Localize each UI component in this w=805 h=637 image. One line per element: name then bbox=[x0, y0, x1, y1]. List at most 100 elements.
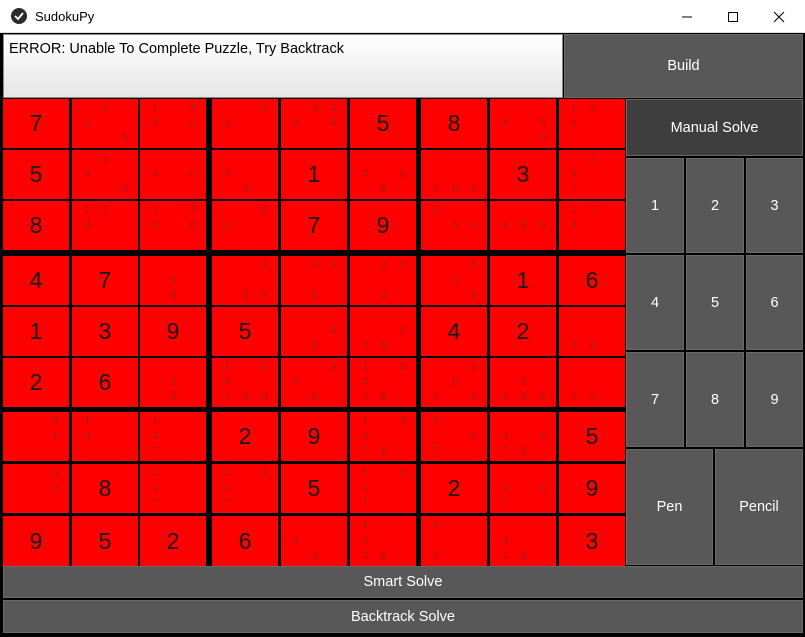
sudoku-cell[interactable]: 4 6 78 bbox=[490, 412, 556, 461]
sudoku-cell[interactable]: 6 bbox=[72, 358, 138, 407]
sudoku-cell[interactable]: 58 bbox=[140, 358, 206, 407]
sudoku-cell[interactable]: 5 bbox=[72, 516, 138, 567]
sudoku-cell[interactable]: 456 bbox=[490, 201, 556, 250]
manual-solve-button[interactable]: Manual Solve bbox=[626, 99, 803, 156]
sudoku-cell[interactable]: 9 bbox=[350, 201, 416, 250]
sudoku-cell[interactable]: 78 bbox=[559, 307, 625, 356]
sudoku-cell[interactable]: 14 bbox=[72, 412, 138, 461]
sudoku-cell[interactable]: 2 bbox=[3, 358, 69, 407]
sudoku-cell[interactable]: 6 bbox=[212, 516, 278, 567]
sudoku-cell[interactable]: 124 bbox=[72, 201, 138, 250]
sudoku-cell[interactable]: 2 bbox=[140, 516, 206, 567]
sudoku-cell[interactable]: 124 bbox=[559, 201, 625, 250]
keypad-digit-9[interactable]: 9 bbox=[746, 352, 803, 447]
keypad-digit-2[interactable]: 2 bbox=[686, 158, 744, 253]
sudoku-cell[interactable]: 17 bbox=[421, 516, 487, 567]
sudoku-cell[interactable]: 4 bbox=[421, 307, 487, 356]
sudoku-cell[interactable]: 23 8 bbox=[350, 256, 416, 305]
sudoku-cell[interactable]: 8 bbox=[3, 201, 69, 250]
sudoku-cell[interactable]: 7 bbox=[72, 256, 138, 305]
pencil-button[interactable]: Pencil bbox=[715, 449, 803, 565]
maximize-button[interactable] bbox=[710, 0, 756, 33]
build-button[interactable]: Build bbox=[564, 34, 803, 98]
sudoku-cell[interactable]: 2 bbox=[490, 307, 556, 356]
sudoku-cell[interactable]: 7 bbox=[281, 201, 347, 250]
sudoku-cell[interactable]: 1 3 4 789 bbox=[212, 358, 278, 407]
close-button[interactable] bbox=[756, 0, 802, 33]
sudoku-cell[interactable]: 2 bbox=[212, 412, 278, 461]
sudoku-cell[interactable]: 4 78 bbox=[490, 516, 556, 567]
sudoku-cell[interactable]: 357 9 bbox=[421, 358, 487, 407]
sudoku-cell[interactable]: 4 6 9 bbox=[490, 99, 556, 148]
keypad-digit-7[interactable]: 7 bbox=[626, 352, 684, 447]
candidate-digit bbox=[446, 258, 465, 273]
keypad-digit-1[interactable]: 1 bbox=[626, 158, 684, 253]
sudoku-cell[interactable]: 1 3 4 6 bbox=[140, 201, 206, 250]
sudoku-cell[interactable]: 156 bbox=[421, 201, 487, 250]
sudoku-cell[interactable]: 3 bbox=[72, 307, 138, 356]
keypad-digit-4[interactable]: 4 bbox=[626, 255, 684, 350]
sudoku-cell[interactable]: 5 bbox=[3, 150, 69, 199]
sudoku-cell[interactable]: 2 bbox=[421, 464, 487, 513]
sudoku-cell[interactable]: 8 bbox=[421, 99, 487, 148]
sudoku-cell[interactable]: 6 78 bbox=[350, 307, 416, 356]
sudoku-cell[interactable]: 34 bbox=[212, 99, 278, 148]
sudoku-cell[interactable]: 1 bbox=[490, 256, 556, 305]
sudoku-cell[interactable]: 36 bbox=[3, 412, 69, 461]
sudoku-cell[interactable]: 1 3 4 78 bbox=[350, 412, 416, 461]
sudoku-cell[interactable]: 1 4 7 bbox=[140, 412, 206, 461]
sudoku-cell[interactable]: 24 9 bbox=[72, 150, 138, 199]
sudoku-cell[interactable]: 7 bbox=[3, 99, 69, 148]
minimize-button[interactable] bbox=[664, 0, 710, 33]
sudoku-cell[interactable]: 1 4 78 bbox=[350, 516, 416, 567]
sudoku-cell[interactable]: 23 4 6 bbox=[281, 99, 347, 148]
keypad-digit-3[interactable]: 3 bbox=[746, 158, 803, 253]
keypad-digit-6[interactable]: 6 bbox=[746, 255, 803, 350]
sudoku-cell[interactable]: 9 bbox=[559, 464, 625, 513]
backtrack-solve-button[interactable]: Backtrack Solve bbox=[3, 600, 803, 633]
sudoku-cell[interactable]: 48 bbox=[281, 516, 347, 567]
sudoku-cell[interactable]: 9 bbox=[281, 412, 347, 461]
sudoku-cell[interactable]: 78 bbox=[559, 358, 625, 407]
sudoku-cell[interactable]: 5 bbox=[350, 99, 416, 148]
sudoku-cell[interactable]: 1 3 4 6 bbox=[140, 99, 206, 148]
sudoku-cell[interactable]: 4 6 7 bbox=[490, 464, 556, 513]
sudoku-cell[interactable]: 1 3 4 78 bbox=[350, 358, 416, 407]
keypad-digit-5[interactable]: 5 bbox=[686, 255, 744, 350]
sudoku-cell[interactable]: 36 bbox=[3, 464, 69, 513]
sudoku-cell[interactable]: 3 bbox=[490, 150, 556, 199]
sudoku-cell[interactable]: 789 bbox=[421, 150, 487, 199]
sudoku-cell[interactable]: 58 bbox=[140, 256, 206, 305]
sudoku-cell[interactable]: 3 48 bbox=[281, 358, 347, 407]
sudoku-cell[interactable]: 1 bbox=[281, 150, 347, 199]
sudoku-cell[interactable]: 5789 bbox=[490, 358, 556, 407]
sudoku-cell[interactable]: 5 bbox=[559, 412, 625, 461]
sudoku-cell[interactable]: 3 bbox=[559, 516, 625, 567]
keypad-digit-8[interactable]: 8 bbox=[686, 352, 744, 447]
sudoku-cell[interactable]: 1 6 7 bbox=[421, 412, 487, 461]
sudoku-cell[interactable]: 1 bbox=[3, 307, 69, 356]
pen-button[interactable]: Pen bbox=[626, 449, 713, 565]
sudoku-cell[interactable]: 5 bbox=[212, 307, 278, 356]
sudoku-cell[interactable]: 124 bbox=[559, 99, 625, 148]
sudoku-cell[interactable]: 8 bbox=[72, 464, 138, 513]
sudoku-cell[interactable]: 24 9 bbox=[72, 99, 138, 148]
sudoku-cell[interactable]: 46 bbox=[140, 150, 206, 199]
sudoku-cell[interactable]: 1 3 4 7 bbox=[212, 464, 278, 513]
sudoku-cell[interactable]: 4 bbox=[3, 256, 69, 305]
smart-solve-button[interactable]: Smart Solve bbox=[3, 566, 803, 598]
sudoku-cell[interactable]: 68 bbox=[281, 307, 347, 356]
sudoku-cell[interactable]: 9 bbox=[3, 516, 69, 567]
sudoku-cell[interactable]: 4 68 bbox=[350, 150, 416, 199]
sudoku-cell[interactable]: 48 bbox=[212, 150, 278, 199]
sudoku-cell[interactable]: 24 7 bbox=[559, 150, 625, 199]
sudoku-cell[interactable]: 23 8 bbox=[281, 256, 347, 305]
sudoku-cell[interactable]: 359 bbox=[421, 256, 487, 305]
sudoku-cell[interactable]: 1 3 4 7 bbox=[350, 464, 416, 513]
sudoku-cell[interactable]: 9 bbox=[140, 307, 206, 356]
sudoku-cell[interactable]: 6 bbox=[559, 256, 625, 305]
sudoku-cell[interactable]: 1 4 7 bbox=[140, 464, 206, 513]
sudoku-cell[interactable]: 5 bbox=[281, 464, 347, 513]
sudoku-cell[interactable]: 34 bbox=[212, 201, 278, 250]
sudoku-cell[interactable]: 3 89 bbox=[212, 256, 278, 305]
